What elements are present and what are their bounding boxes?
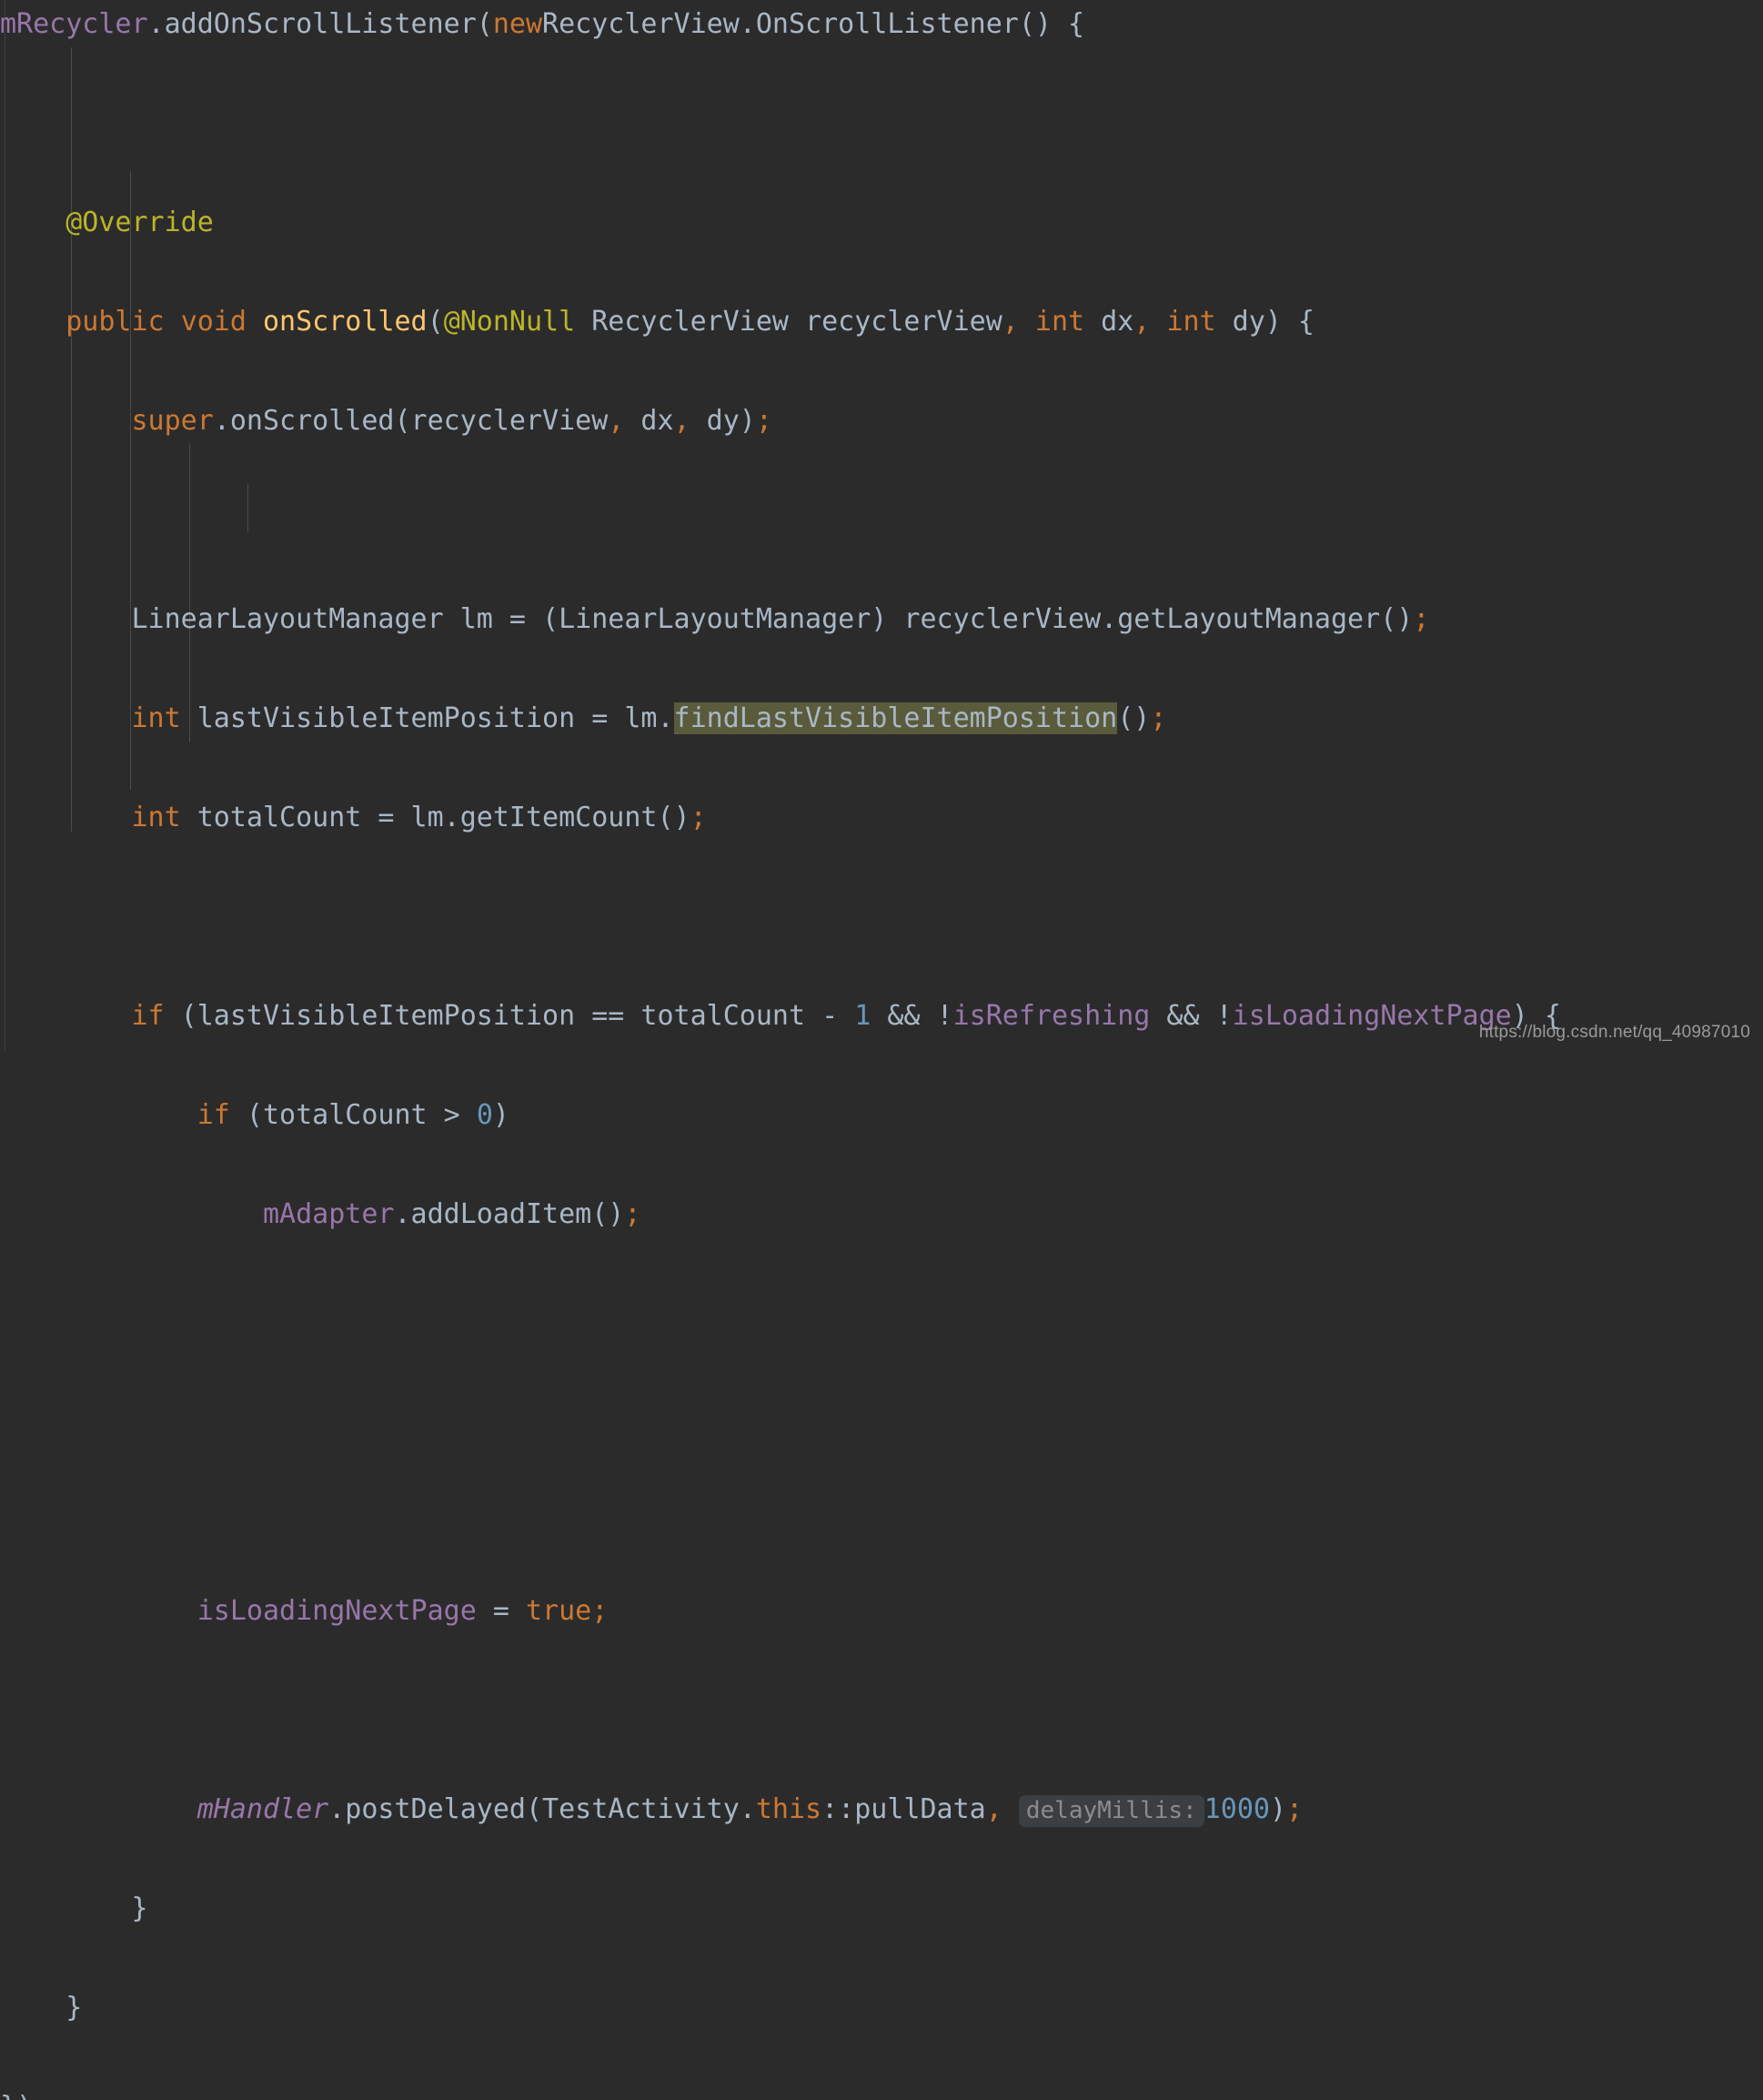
token-annotation-nonnull: @NonNull [443,306,576,338]
token-annotation-override: @Override [65,207,214,238]
code-line-14-blank[interactable] [0,1289,1763,1339]
code-line-15-blank[interactable] [0,1388,1763,1439]
token-field-isloadingnextpage-11: isLoadingNextPage [1232,1000,1512,1032]
token-keyword-true: true [525,1595,592,1627]
token-close-brace-21: } [65,1992,83,2024]
token-comma-4b: , [1133,306,1151,338]
token-comma-5b: , [673,405,690,437]
token-semicolon-22: ; [33,2091,49,2100]
code-line-9[interactable]: int totalCount = lm.getItemCount(); [0,793,1763,843]
code-line-20[interactable]: } [0,1884,1763,1934]
token-selected-findlastvisibleitemposition[interactable]: findLastVisibleItemPosition [673,702,1118,734]
token-dot: . [147,8,165,40]
code-line-21[interactable]: } [0,1984,1763,2034]
code-line-6-blank[interactable] [0,496,1763,546]
code-line-1[interactable]: mRecycler.addOnScrollListener(newRecycle… [0,0,1763,50]
token-keyword-int-8: int [131,702,181,734]
code-line-4[interactable]: public void onScrolled(@NonNull Recycler… [0,298,1763,348]
token-condition-11a: (lastVisibleItemPosition == totalCount - [164,1000,855,1032]
token-equals-17: = [476,1595,526,1627]
token-comma-4a: , [1002,306,1019,338]
csdn-watermark: https://blog.csdn.net/qq_40987010 [1478,1023,1750,1042]
token-statement-linearlayoutmanager: LinearLayoutManager lm = (LinearLayoutMa… [131,603,1414,635]
token-call-parens-8: () [1117,702,1151,734]
code-line-13[interactable]: mAdapter.addLoadItem(); [0,1190,1763,1240]
token-keyword-if-11: if [131,1000,165,1032]
token-space-19 [1002,1793,1019,1825]
token-close-brace-paren-22: }) [0,2091,33,2100]
code-line-22[interactable]: }); [0,2083,1763,2100]
token-keyword-if-12: if [196,1099,230,1131]
token-number-one: 1 [854,1000,871,1032]
token-field-madapter: mAdapter [262,1198,395,1230]
token-field-isrefreshing: isRefreshing [952,1000,1151,1032]
code-line-16-blank[interactable] [0,1488,1763,1538]
token-paren-open-4: ( [427,306,444,338]
token-static-field-mhandler: mHandler [196,1793,329,1825]
token-keyword-int-9: int [131,802,181,833]
token-method-addonscrolllistener: addOnScrollListener [164,8,477,40]
token-paren-close-19: ) [1269,1793,1287,1825]
token-close-brace-20: } [131,1893,148,1924]
code-line-5[interactable]: super.onScrolled(recyclerView, dx, dy); [0,397,1763,447]
token-keyword-void: void [180,306,247,338]
token-number-zero: 0 [476,1099,493,1131]
token-condition-12a: (totalCount > [229,1099,477,1131]
token-comma-5a: , [608,405,625,437]
token-keyword-public: public [65,306,165,338]
token-field-isloadingnextpage-17: isLoadingNextPage [196,1595,477,1627]
token-assign-totalcount: totalCount = lm.getItemCount() [180,802,690,833]
token-semicolon-9: ; [690,802,707,833]
code-line-8[interactable]: int lastVisibleItemPosition = lm.findLas… [0,694,1763,744]
token-number-1000: 1000 [1204,1793,1270,1825]
token-assign-lastvisibleitemposition: lastVisibleItemPosition = lm. [180,702,674,734]
code-line-10-blank[interactable] [0,893,1763,943]
code-line-18-blank[interactable] [0,1686,1763,1736]
token-condition-12b: ) [492,1099,509,1131]
token-semicolon-19: ; [1286,1793,1304,1825]
code-line-19[interactable]: mHandler.postDelayed(TestActivity.this::… [0,1785,1763,1835]
token-keyword-new: new [492,8,543,40]
token-semicolon-8: ; [1150,702,1167,734]
token-semicolon-5: ; [755,405,772,437]
token-call-postdelayed: .postDelayed(TestActivity. [328,1793,756,1825]
token-keyword-int-4b: int [1166,306,1216,338]
token-param-recyclerview: RecyclerView recyclerView [575,306,1002,338]
token-semicolon-13: ; [624,1198,641,1230]
code-editor-viewport[interactable]: mRecycler.addOnScrollListener(newRecycle… [0,0,1763,2100]
token-call-addloaditem: .addLoadItem() [394,1198,625,1230]
token-open-brace: { [1051,8,1085,40]
token-param-dx: dx [1084,306,1134,338]
parameter-hint-delaymillis: delayMillis: [1018,1795,1204,1827]
token-type-recyclerview-onscrolllistener: RecyclerView.OnScrollListener() [542,8,1052,40]
token-param-dy: dy) { [1215,306,1315,338]
token-keyword-int-4a: int [1034,306,1085,338]
token-arg-dy: dy) [690,405,756,437]
token-keyword-super: super [131,405,214,437]
code-line-17[interactable]: isLoadingNextPage = true; [0,1587,1763,1637]
token-paren-open: ( [476,8,493,40]
token-condition-11b: && ! [871,1000,953,1032]
token-semicolon-17: ; [591,1595,609,1627]
token-methodref-pulldata: ::pullData [821,1793,986,1825]
code-line-3[interactable]: @Override [0,198,1763,248]
token-arg-dx: dx [624,405,674,437]
token-comma-19: , [985,1793,1002,1825]
token-semicolon-7: ; [1413,603,1430,635]
code-line-7[interactable]: LinearLayoutManager lm = (LinearLayoutMa… [0,595,1763,645]
token-keyword-this: this [755,1793,822,1825]
token-condition-11c: && ! [1150,1000,1233,1032]
code-line-12[interactable]: if (totalCount > 0) [0,1091,1763,1141]
code-content[interactable]: mRecycler.addOnScrollListener(newRecycle… [0,0,1763,2100]
token-identifier-mrecycler: mRecycler [0,8,148,40]
token-method-declaration-onscrolled: onScrolled [263,306,428,338]
token-call-onscrolled: .onScrolled(recyclerView [213,405,609,437]
code-line-2-blank[interactable] [0,99,1763,149]
